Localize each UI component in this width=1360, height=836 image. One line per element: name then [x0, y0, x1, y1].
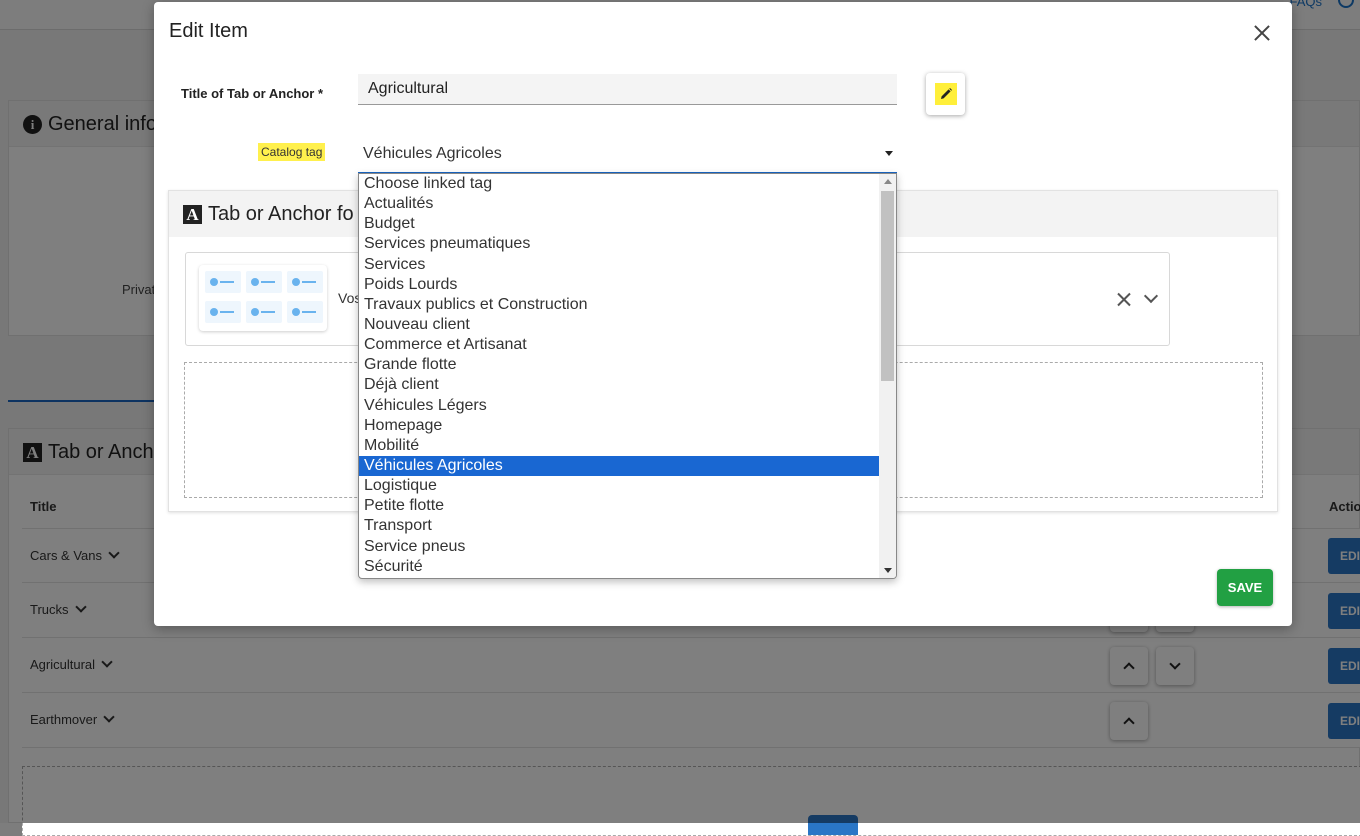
dropdown-option[interactable]: Services [359, 255, 880, 275]
dropdown-option[interactable]: Services pneumatiques [359, 234, 880, 254]
option-list: Choose linked tag Actualités Budget Service… [359, 174, 880, 577]
dropdown-option[interactable]: Petite flotte [359, 496, 880, 516]
dropdown-option[interactable]: Véhicules Agricoles [359, 455, 880, 477]
dropdown-option[interactable]: Choose linked tag [359, 174, 880, 194]
clear-icon[interactable] [1116, 291, 1132, 307]
close-icon[interactable] [1251, 22, 1273, 44]
catalog-tag-select[interactable]: Véhicules Agricoles [358, 136, 897, 174]
title-field-label: Title of Tab or Anchor * [181, 86, 324, 101]
dropdown-option[interactable]: Logistique [359, 476, 880, 496]
scroll-down-arrow-icon[interactable] [884, 568, 892, 573]
dropdown-option[interactable]: Homepage [359, 416, 880, 436]
dropdown-option[interactable]: Budget [359, 214, 880, 234]
edit-title-button[interactable] [926, 73, 965, 115]
dropdown-option[interactable]: Commerce et Artisanat [359, 335, 880, 355]
font-icon: A [183, 205, 202, 224]
dropdown-option[interactable]: Poids Lourds [359, 275, 880, 295]
catalog-tag-value: Véhicules Agricoles [363, 145, 502, 162]
dropdown-option[interactable]: Déjà client [359, 375, 880, 395]
title-input[interactable] [358, 74, 897, 105]
dropdown-option[interactable]: Actualités [359, 194, 880, 214]
dropdown-option[interactable]: Service pneus [359, 537, 880, 557]
catalog-tag-label: Catalog tag [258, 143, 326, 161]
chevron-down-icon[interactable] [1143, 288, 1159, 304]
dropdown-option[interactable]: Transport [359, 516, 880, 536]
dropdown-option[interactable]: Véhicules Légers [359, 396, 880, 416]
pencil-icon [934, 83, 957, 105]
dropdown-option[interactable]: Sécurité [359, 557, 880, 577]
caret-down-icon [885, 151, 893, 156]
save-button[interactable]: SAVE [1217, 569, 1273, 606]
dropdown-scrollbar[interactable] [879, 174, 896, 578]
dropdown-option[interactable]: Travaux publics et Construction [359, 295, 880, 315]
modal-title: Edit Item [169, 20, 248, 42]
scroll-thumb[interactable] [881, 191, 894, 381]
dropdown-option[interactable]: Grande flotte [359, 355, 880, 375]
catalog-tag-dropdown: Choose linked tag Actualités Budget Service… [358, 173, 897, 579]
scroll-up-arrow-icon[interactable] [884, 179, 892, 184]
dropdown-option[interactable]: Nouveau client [359, 315, 880, 335]
form-card-title: Tab or Anchor fo [208, 203, 354, 225]
template-thumbnail [199, 265, 327, 331]
dropdown-option[interactable]: Mobilité [359, 436, 880, 456]
